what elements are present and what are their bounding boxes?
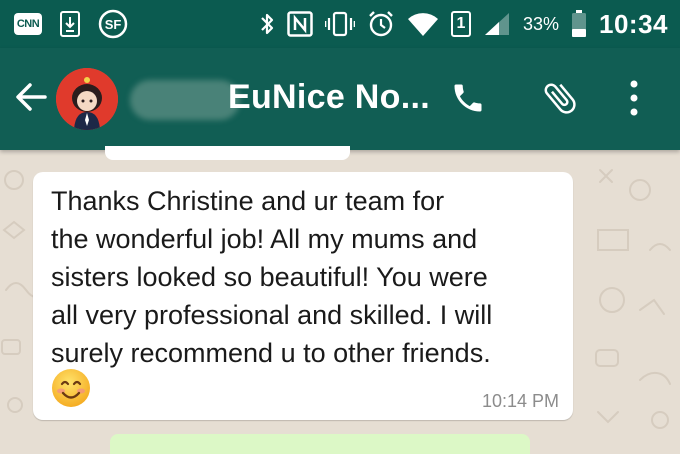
back-arrow-icon[interactable]	[14, 80, 48, 114]
redacted-name-blur	[130, 80, 240, 120]
sim-icon: 1	[450, 11, 471, 37]
message-line: surely recommend u to other friends.	[51, 338, 491, 368]
paperclip-icon[interactable]	[540, 78, 580, 118]
avatar[interactable]	[56, 68, 118, 130]
previous-message-bubble	[105, 146, 350, 160]
chat-header: EuNice No...	[0, 48, 680, 150]
contact-name[interactable]: EuNice No...	[228, 78, 430, 117]
battery-icon	[571, 10, 587, 38]
status-bar: CNN SF 1 33% 10:34	[0, 0, 680, 48]
message-line: the wonderful job! All my mums and	[51, 224, 478, 254]
alarm-icon	[367, 10, 395, 38]
phone-icon[interactable]	[450, 80, 486, 116]
message-line: sisters looked so beautiful! You were	[51, 262, 488, 292]
smiling-face-icon	[51, 368, 91, 413]
overflow-menu-icon[interactable]	[628, 78, 640, 118]
sf-icon: SF	[98, 9, 128, 39]
download-icon	[60, 11, 80, 37]
bluetooth-icon	[259, 11, 275, 37]
message-timestamp: 10:14 PM	[481, 391, 559, 411]
incoming-message-bubble[interactable]: Thanks Christine and ur team for the won…	[33, 172, 573, 420]
status-right-icons: 1 33% 10:34	[259, 6, 668, 42]
vibrate-icon	[324, 11, 355, 37]
status-left-icons: CNN SF	[14, 9, 128, 39]
cnn-icon: CNN	[14, 13, 42, 35]
next-message-bubble	[110, 434, 530, 454]
message-text: Thanks Christine and ur team for the won…	[51, 182, 561, 372]
nfc-icon	[287, 11, 313, 37]
battery-percent: 33%	[522, 13, 559, 34]
wifi-icon	[407, 11, 439, 37]
svg-text:SF: SF	[105, 17, 122, 32]
message-line: Thanks Christine and ur team for	[51, 186, 445, 216]
message-line: all very professional and skilled. I wil…	[51, 300, 493, 330]
status-clock: 10:34	[599, 8, 668, 39]
signal-icon	[483, 11, 511, 37]
